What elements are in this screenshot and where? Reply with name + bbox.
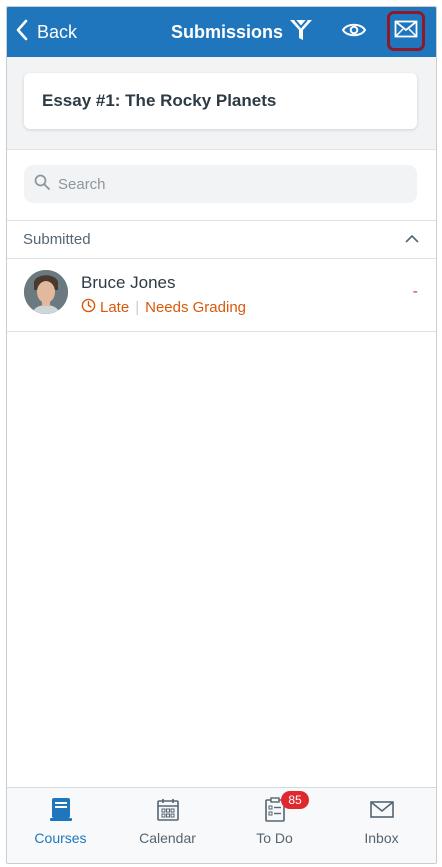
navigation-header: Back Submissions xyxy=(7,7,436,57)
tab-label: Courses xyxy=(34,830,87,846)
search-placeholder: Search xyxy=(58,175,106,193)
submission-status: Late | Needs Grading xyxy=(81,298,246,317)
tab-label: Inbox xyxy=(364,830,399,846)
assignment-title[interactable]: Essay #1: The Rocky Planets xyxy=(24,73,417,129)
app-frame: Back Submissions Essay #1: The Rocky Pla… xyxy=(6,6,437,864)
status-separator: | xyxy=(135,299,140,316)
eye-icon xyxy=(341,21,367,44)
student-name: Bruce Jones xyxy=(81,273,176,292)
tab-bar: Courses Calendar 85 To Do Inbox xyxy=(7,787,436,863)
grade-value: - xyxy=(412,283,418,300)
avatar xyxy=(24,270,68,314)
inbox-icon xyxy=(368,796,396,824)
late-label: Late xyxy=(100,299,130,316)
message-students-button[interactable] xyxy=(387,11,425,51)
tab-todo[interactable]: 85 To Do xyxy=(221,788,328,863)
filter-button[interactable] xyxy=(285,7,317,57)
divider xyxy=(7,331,436,332)
search-icon xyxy=(34,174,50,194)
calendar-icon xyxy=(154,796,182,824)
back-button[interactable]: Back xyxy=(15,7,77,57)
filter-icon xyxy=(288,17,314,48)
section-label: Submitted xyxy=(23,231,91,248)
submission-row[interactable]: Bruce Jones Late | Needs Grading - xyxy=(7,259,436,331)
chevron-left-icon xyxy=(15,19,29,46)
mail-icon xyxy=(394,20,418,43)
tab-inbox[interactable]: Inbox xyxy=(328,788,435,863)
todo-count-badge: 85 xyxy=(281,791,309,809)
search-input[interactable]: Search xyxy=(24,165,417,203)
assignment-banner: Essay #1: The Rocky Planets xyxy=(7,57,436,150)
courses-icon xyxy=(47,796,75,824)
needs-grading-label: Needs Grading xyxy=(145,299,247,316)
page-title: Submissions xyxy=(170,22,284,42)
clock-icon xyxy=(81,298,96,317)
section-header-submitted[interactable]: Submitted xyxy=(7,221,436,258)
visibility-button[interactable] xyxy=(337,7,371,57)
chevron-up-icon[interactable] xyxy=(404,231,420,247)
tab-label: To Do xyxy=(256,830,293,846)
back-label: Back xyxy=(37,21,78,42)
tab-calendar[interactable]: Calendar xyxy=(114,788,221,863)
tab-courses[interactable]: Courses xyxy=(7,788,114,863)
tab-label: Calendar xyxy=(139,830,196,846)
